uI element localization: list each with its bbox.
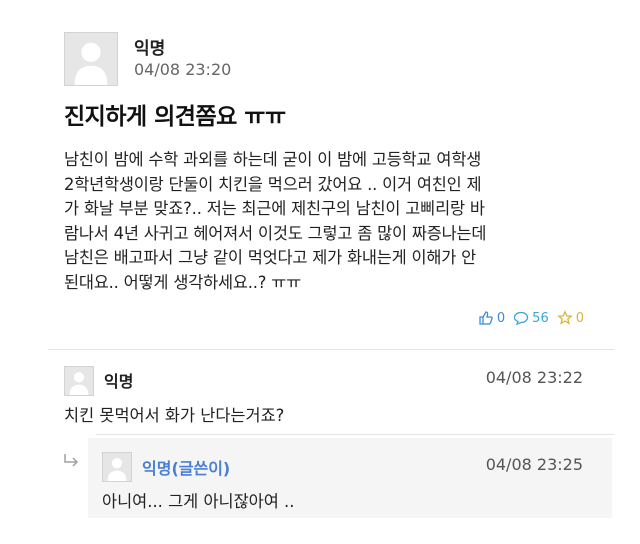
- default-avatar-icon: [103, 453, 131, 481]
- divider: [48, 349, 614, 350]
- reply-arrow-icon: [64, 454, 79, 467]
- post-title: 진지하게 의견쫌요 ㅠㅠ: [64, 104, 286, 130]
- like-count: 0: [496, 310, 506, 326]
- comment-count-button[interactable]: 56: [513, 310, 549, 326]
- star-icon: [556, 310, 573, 325]
- like-button[interactable]: 0: [478, 310, 505, 326]
- speech-bubble-icon: [514, 311, 529, 326]
- default-avatar-icon: [65, 367, 93, 395]
- post-stats: 0 56 0: [478, 310, 584, 326]
- post-author-name: 익명: [134, 39, 166, 59]
- reply-author-avatar: [102, 452, 132, 482]
- post-author-avatar: [64, 32, 118, 86]
- comment-author-avatar: [64, 366, 94, 396]
- reply-timestamp: 04/08 23:25: [485, 455, 583, 474]
- default-avatar-icon: [65, 33, 117, 85]
- post-body: 남친이 밤에 수학 과외를 하는데 굳이 이 밤에 고등학교 여학생 2학년학생…: [64, 150, 487, 292]
- scrap-button[interactable]: 0: [556, 310, 584, 326]
- comment-count: 56: [532, 310, 549, 326]
- comment-author-name: 익명: [104, 372, 134, 391]
- comment-text: 치킨 못먹어서 화가 난다는거죠?: [64, 406, 285, 425]
- reply-text: 아니여... 그게 아니잖아여 ..: [102, 492, 295, 511]
- scrap-count: 0: [575, 310, 584, 326]
- reply-author-name: 익명(글쓴이): [142, 459, 231, 478]
- comment-timestamp: 04/08 23:22: [485, 368, 583, 387]
- divider: [96, 434, 614, 435]
- thumbs-up-icon: [479, 311, 493, 325]
- post-timestamp: 04/08 23:20: [134, 60, 232, 79]
